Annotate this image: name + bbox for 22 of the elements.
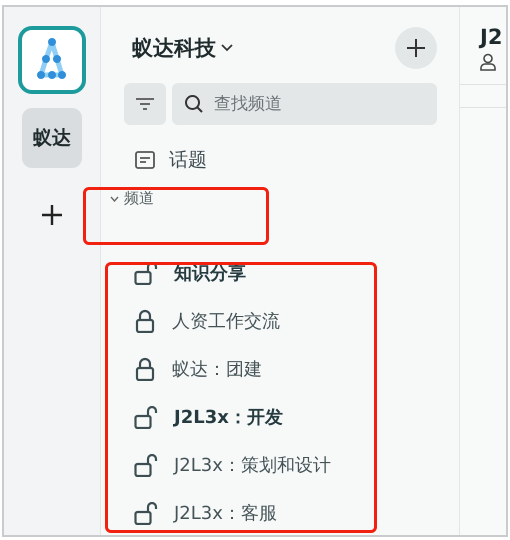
channel-item[interactable]: 人资工作交流 [134,297,384,345]
add-icon[interactable] [41,204,63,226]
add-button[interactable] [395,27,437,69]
filter-button[interactable] [124,83,166,125]
caret-icon[interactable] [221,44,233,52]
caret-icon[interactable] [110,196,119,202]
channel-item[interactable]: J2L3x：客服 [134,489,384,535]
workspace-title[interactable]: 蚁达科技 [132,34,216,62]
workspace-button[interactable]: 蚁达 [22,108,82,168]
channel-item[interactable]: J2L3x：开发 [134,393,384,441]
channel-item[interactable]: 蚁达：团建 [134,345,384,393]
person-icon [480,53,496,71]
channel-item[interactable]: J2L3x：策划和设计 [134,441,384,489]
search-field[interactable]: 查找频道 [172,83,437,125]
topic-icon [135,151,155,169]
app-logo-icon[interactable] [18,26,86,94]
channel-title: J2 [480,25,504,49]
section-header[interactable]: 频道 [110,189,154,208]
topics-item[interactable]: 话题 [135,147,207,173]
filter-icon [135,97,155,111]
channel-item[interactable]: 知识分享 [134,249,384,297]
add-icon [406,38,426,58]
